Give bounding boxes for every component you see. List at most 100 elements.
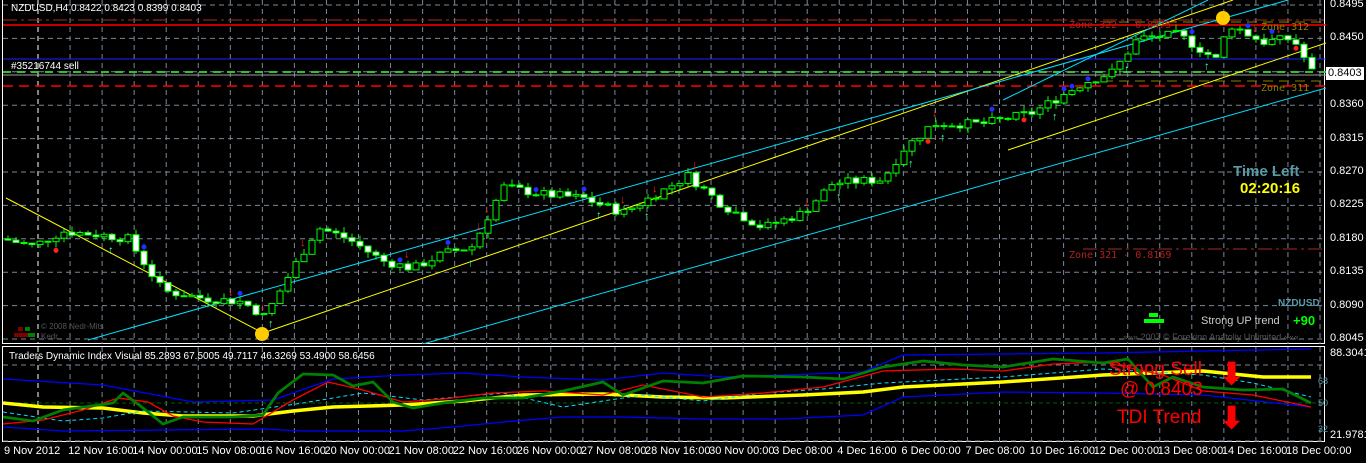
candle-bear — [180, 295, 188, 298]
candle-bull — [932, 125, 940, 128]
candle-bear — [940, 125, 948, 128]
candle-bear — [700, 186, 708, 189]
candle-bull — [436, 251, 444, 262]
candle-bull — [860, 177, 868, 184]
sell-arrow-icon: ↓ — [404, 249, 410, 261]
time-left-value: 02:20:16 — [1240, 180, 1301, 197]
tdi-signal-strong-sell: Strong Sell — [1109, 359, 1202, 380]
candle-bull — [268, 303, 276, 314]
price-axis-label: 0.8225 — [1330, 198, 1364, 211]
candle-bull — [628, 207, 636, 210]
candle-bull — [572, 193, 580, 197]
candle-bear — [1148, 35, 1156, 38]
candle-bull — [676, 182, 684, 187]
candle-bull — [556, 191, 564, 198]
sell-arrow-icon: ↓ — [228, 286, 234, 298]
candle-bull — [1140, 35, 1148, 41]
candle-bull — [1068, 90, 1076, 95]
candle-bear — [1028, 111, 1036, 115]
time-axis-label: 22 Nov 16:00 — [452, 445, 519, 457]
candle-bull — [620, 208, 628, 215]
candle-bear — [532, 194, 540, 197]
trend-copyright: »»» 2007 © Forexinn Anatoliy Unlimited «… — [1123, 332, 1299, 342]
candle-bear — [516, 184, 524, 188]
fractal-dot — [1069, 83, 1075, 89]
price-axis-label: 0.8495 — [1330, 0, 1364, 10]
candle-bear — [68, 231, 76, 236]
candle-bear — [980, 121, 988, 124]
candle-bear — [956, 125, 964, 129]
candle-bear — [1284, 35, 1292, 41]
candle-bear — [1204, 51, 1212, 55]
candle-bear — [524, 186, 532, 196]
sell-arrow-icon: ↓ — [1172, 13, 1178, 25]
candle-bear — [1252, 35, 1260, 40]
fractal-dot — [533, 187, 539, 193]
trend-bars-icon — [1144, 313, 1164, 323]
candle-bear — [380, 254, 388, 262]
candle-bull — [1228, 28, 1236, 38]
buy-arrow-icon: ↑ — [1204, 60, 1210, 72]
candle-bull — [276, 290, 284, 305]
price-axis-label: 0.8360 — [1330, 98, 1364, 111]
candle-bear — [1244, 28, 1252, 37]
candle-bear — [1212, 53, 1220, 58]
buy-arrow-icon: ↑ — [644, 211, 650, 223]
candle-bear — [4, 238, 12, 241]
candle-bear — [1236, 28, 1244, 31]
candle-bear — [612, 203, 620, 215]
candle-bull — [804, 210, 812, 213]
candle-bear — [420, 262, 428, 267]
candle-bull — [60, 231, 68, 239]
fractal-dot — [1293, 45, 1299, 51]
trendline-up — [262, 0, 1234, 334]
fractal-dot — [397, 257, 403, 263]
price-chart[interactable]: ↑ ↓ ↓ ↑ ↓ ↓ ↑ ↓ ↓ ↑ ↓ ↑ ↓ ↓ ↓ ↑ ↑ ↓ ↑ ↑ ↑ ↓ ↑ ↓ ↓ NZDUSD,H4 0.84… — [2, 0, 1326, 344]
candle-bull — [292, 261, 300, 279]
tdi-indicator-panel[interactable]: Traders Dynamic Index Visual 85.2893 67.… — [2, 346, 1326, 443]
candle-bear — [108, 233, 116, 241]
candle-bear — [724, 206, 732, 213]
buy-arrow-icon: ↑ — [1124, 64, 1130, 76]
watermark-line2: Kedr — [41, 332, 58, 341]
candle-bull — [476, 232, 484, 248]
candle-bear — [28, 242, 36, 246]
candle-bull — [484, 219, 492, 234]
candle-bear — [44, 240, 52, 243]
candle-bull — [468, 246, 476, 251]
candle-bull — [684, 172, 692, 184]
candle-bull — [924, 126, 932, 139]
candle-bear — [252, 304, 260, 316]
candle-bear — [388, 260, 396, 268]
candle-bull — [964, 119, 972, 129]
time-axis-label: 16 Nov 16:00 — [260, 445, 326, 457]
candle-bear — [740, 211, 748, 222]
candle-bear — [756, 224, 764, 229]
candle-bull — [636, 205, 644, 209]
candle-bull — [908, 140, 916, 152]
tdi-level-68: 68 — [1318, 376, 1329, 386]
candle-bear — [708, 187, 716, 196]
candle-bear — [732, 211, 740, 214]
candle-bear — [596, 201, 604, 206]
candle-bear — [652, 197, 660, 200]
candle-bull — [1164, 30, 1172, 38]
candle-bull — [900, 150, 908, 166]
sell-arrow-icon: ↓ — [1252, 22, 1258, 34]
candle-bear — [324, 228, 332, 232]
time-axis-label: 3 Dec 08:00 — [773, 445, 833, 457]
time-axis-label: 10 Dec 16:00 — [1029, 445, 1096, 457]
candle-bear — [868, 177, 876, 184]
candle-bull — [1044, 100, 1052, 109]
candle-bull — [220, 298, 228, 305]
candle-bull — [1020, 111, 1028, 114]
candle-bull — [36, 240, 44, 246]
candle-bear — [1156, 35, 1164, 38]
order-label[interactable]: #35216744 sell — [11, 61, 79, 72]
candle-bull — [52, 237, 60, 243]
candle-bull — [1132, 39, 1140, 55]
fractal-dot — [1021, 117, 1027, 123]
time-axis-label: 21 Nov 08:00 — [388, 445, 455, 457]
time-axis-label: 18 Dec 00:00 — [1286, 445, 1352, 457]
candle-bull — [764, 221, 772, 229]
